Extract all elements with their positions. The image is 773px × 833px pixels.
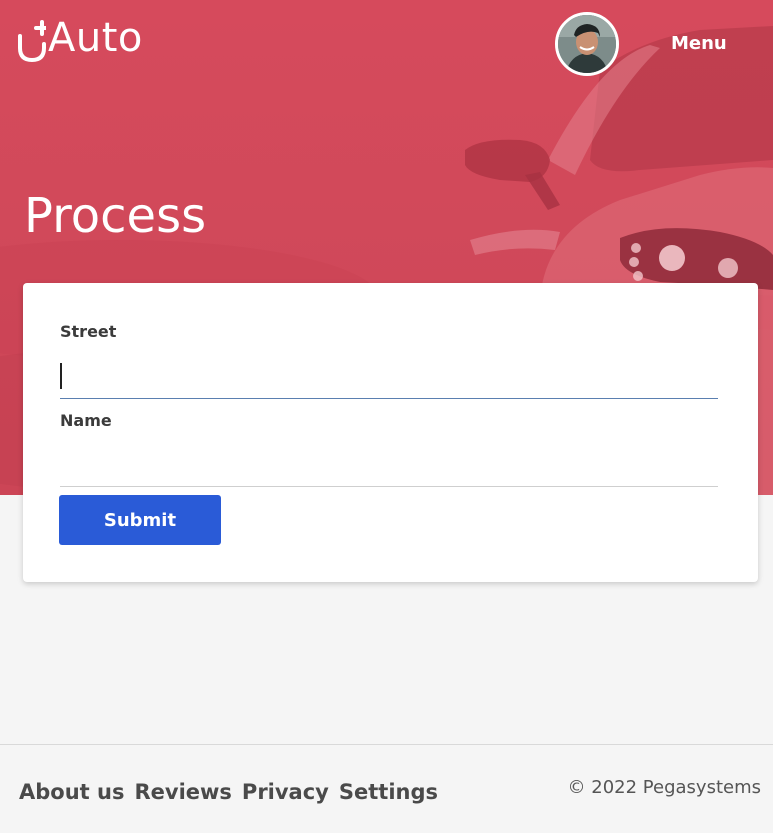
brand-name: Auto (48, 15, 143, 61)
name-input-underline (60, 486, 718, 487)
street-label: Street (60, 322, 117, 341)
form-card: Street Name Submit (23, 283, 758, 582)
street-input-underline (60, 398, 718, 399)
name-label: Name (60, 411, 112, 430)
footer-link-privacy[interactable]: Privacy (242, 777, 329, 807)
name-input[interactable] (60, 447, 718, 483)
copyright-text: © 2022 Pegasystems (567, 777, 761, 798)
menu-button[interactable]: Menu (671, 33, 727, 55)
footer-link-settings[interactable]: Settings (339, 777, 438, 807)
user-avatar[interactable] (555, 12, 619, 76)
page: Auto Menu Process Street Name Submit Abo… (0, 0, 773, 833)
text-cursor (60, 363, 62, 389)
brand-logo[interactable]: Auto (18, 14, 143, 63)
street-input[interactable] (60, 358, 718, 394)
footer-nav: About us Reviews Privacy Settings (19, 777, 438, 807)
user-avatar-icon (558, 15, 616, 73)
footer-link-reviews[interactable]: Reviews (134, 777, 231, 807)
submit-button[interactable]: Submit (59, 495, 221, 545)
page-title: Process (24, 188, 207, 244)
footer-link-about-us[interactable]: About us (19, 777, 124, 807)
logo-mark-icon (18, 18, 50, 63)
footer-divider (0, 744, 773, 745)
